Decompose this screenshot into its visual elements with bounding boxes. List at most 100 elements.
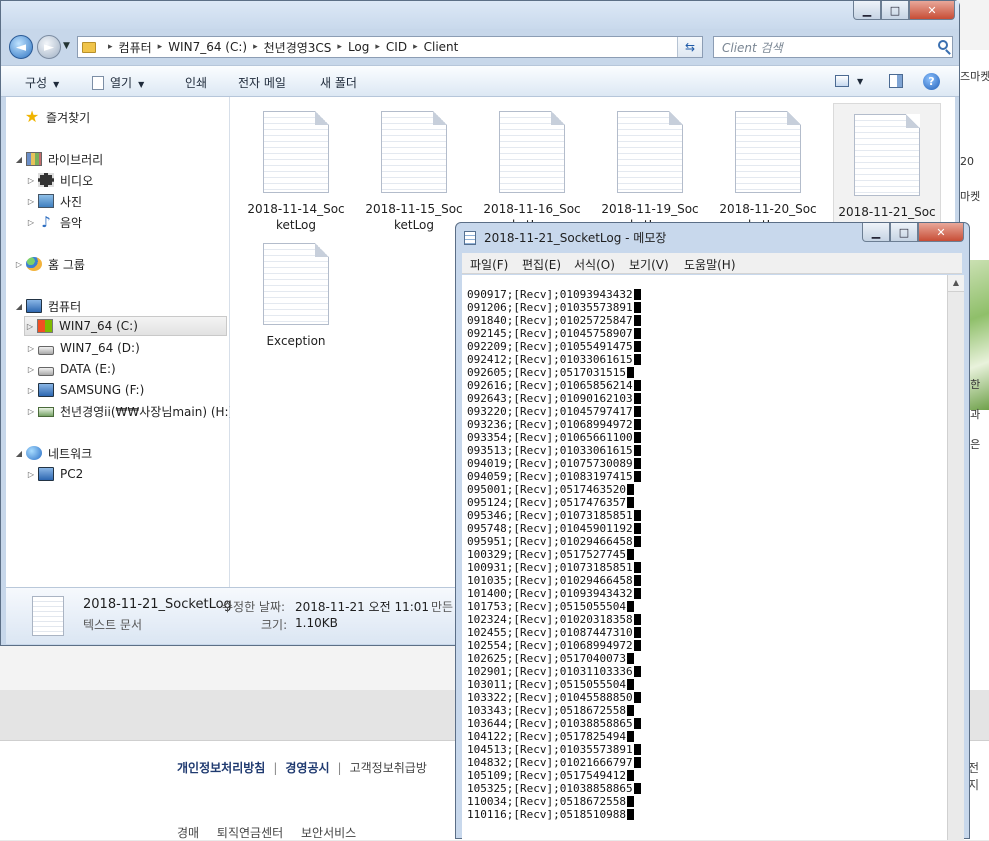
file-item[interactable]: 2018-11-15_SocketLog: [360, 101, 468, 233]
nav-libraries[interactable]: ◢ 라이브러리: [14, 149, 103, 169]
address-bar[interactable]: ▸ 컴퓨터 ▸ WIN7_64 (C:) ▸ 천년경영3CS ▸ Log ▸ C…: [77, 36, 703, 58]
collapse-arrow-icon[interactable]: ▷: [26, 470, 36, 479]
log-line: 092209;[Recv];01055491475: [467, 340, 633, 353]
footer-right-text[interactable]: 전지: [968, 759, 989, 793]
collapse-arrow-icon[interactable]: ▷: [26, 218, 36, 227]
nav-pictures[interactable]: ▷ 사진: [26, 191, 82, 211]
footer-sub-link[interactable]: 보안서비스: [301, 826, 356, 840]
collapse-arrow-icon[interactable]: ▷: [26, 344, 36, 353]
collapse-arrow-icon[interactable]: ▷: [26, 176, 36, 185]
maximize-button[interactable]: □: [890, 223, 918, 242]
log-line: 092412;[Recv];01033061615: [467, 353, 633, 366]
nav-music[interactable]: ▷ ♪ 음악: [26, 212, 82, 232]
print-button[interactable]: 인쇄: [185, 74, 207, 91]
file-item[interactable]: Exception: [242, 233, 350, 349]
footer-link-privacy[interactable]: 개인정보처리방침: [177, 761, 265, 775]
chevron-down-icon[interactable]: ▼: [857, 77, 863, 86]
menu-view[interactable]: 보기(V): [629, 256, 669, 273]
explorer-titlebar[interactable]: ▁ □ ✕: [1, 1, 959, 29]
collapse-arrow-icon[interactable]: ▷: [25, 322, 35, 331]
collapse-arrow-icon[interactable]: ▷: [26, 386, 36, 395]
file-item-selected[interactable]: 2018-11-21_SocketLog: [833, 103, 941, 235]
breadcrumb-log[interactable]: Log: [348, 40, 369, 54]
preview-pane-icon[interactable]: [889, 74, 903, 88]
control-char-icon: [633, 393, 641, 404]
log-line: 095001;[Recv];0517463520: [467, 483, 626, 496]
details-file-name: 2018-11-21_SocketLog: [83, 597, 232, 612]
breadcrumb-cid[interactable]: CID: [386, 40, 407, 54]
minimize-button[interactable]: ▁: [853, 1, 881, 20]
search-input[interactable]: [720, 38, 924, 58]
crumb-separator[interactable]: ▸: [413, 42, 418, 52]
scroll-up-arrow-icon[interactable]: ▲: [948, 275, 964, 292]
footer-link-customer-info[interactable]: 고객정보취급방: [350, 761, 427, 775]
open-button[interactable]: 열기 ▼: [92, 74, 144, 91]
expand-arrow-icon[interactable]: ◢: [14, 449, 24, 458]
nav-pc2[interactable]: ▷ PC2: [26, 464, 83, 484]
footer-sub-link[interactable]: 퇴직연금센터: [217, 826, 283, 840]
file-item[interactable]: 2018-11-19_SocketLog: [596, 101, 704, 233]
control-char-icon: [633, 744, 641, 755]
star-icon: ★: [24, 107, 40, 126]
collapse-arrow-icon[interactable]: ▷: [26, 407, 36, 416]
nav-network[interactable]: ◢ 네트워크: [14, 443, 92, 463]
notepad-titlebar[interactable]: 2018-11-21_SocketLog - 메모장: [464, 229, 666, 246]
new-folder-button[interactable]: 새 폴더: [320, 74, 357, 91]
collapse-arrow-icon[interactable]: ▷: [26, 365, 36, 374]
menu-file[interactable]: 파일(F): [470, 256, 508, 273]
nav-drive-e[interactable]: ▷ DATA (E:): [26, 359, 116, 379]
minimize-button[interactable]: ▁: [862, 223, 890, 242]
breadcrumb-client[interactable]: Client: [424, 40, 459, 54]
view-options-icon[interactable]: [835, 75, 849, 87]
forward-button[interactable]: ►: [37, 35, 61, 59]
crumb-separator[interactable]: ▸: [253, 42, 258, 52]
crumb-separator[interactable]: ▸: [375, 42, 380, 52]
notepad-text-area[interactable]: 090917;[Recv];01093943432 091206;[Recv];…: [462, 275, 947, 840]
file-item[interactable]: 2018-11-20_SocketLog: [714, 101, 822, 233]
expand-arrow-icon[interactable]: ◢: [14, 155, 24, 164]
collapse-arrow-icon[interactable]: ▷: [26, 197, 36, 206]
menu-help[interactable]: 도움말(H): [684, 256, 736, 273]
crumb-separator[interactable]: ▸: [337, 42, 342, 52]
collapse-arrow-icon[interactable]: ▷: [14, 260, 24, 269]
nav-homegroup[interactable]: ▷ 홈 그룹: [14, 254, 85, 274]
help-icon[interactable]: ?: [923, 73, 940, 90]
menu-edit[interactable]: 편집(E): [522, 256, 561, 273]
close-button[interactable]: ✕: [918, 223, 964, 242]
recent-pages-dropdown[interactable]: ▼: [63, 41, 70, 51]
notepad-window-controls: ▁ □ ✕: [862, 223, 964, 243]
file-item[interactable]: 2018-11-16_SocketLog: [478, 101, 586, 233]
refresh-icon[interactable]: ⇆: [677, 37, 702, 57]
nav-drive-d[interactable]: ▷ WIN7_64 (D:): [26, 338, 140, 358]
breadcrumb-drive-c[interactable]: WIN7_64 (C:): [168, 40, 247, 54]
music-icon: ♪: [41, 213, 51, 231]
maximize-button[interactable]: □: [881, 1, 909, 20]
nav-favorites[interactable]: ★ 즐겨찾기: [12, 107, 90, 127]
breadcrumb-computer[interactable]: 컴퓨터: [119, 39, 152, 56]
footer-link-disclosure[interactable]: 경영공시: [285, 761, 329, 775]
breadcrumb-folder[interactable]: 천년경영3CS: [264, 39, 332, 56]
control-char-icon: [633, 783, 641, 794]
log-line: 102455;[Recv];01087447310: [467, 626, 633, 639]
vertical-scrollbar[interactable]: ▲: [947, 275, 964, 840]
control-char-icon: [626, 679, 634, 690]
nav-computer[interactable]: ◢ 컴퓨터: [14, 296, 81, 316]
organize-button[interactable]: 구성 ▼: [25, 74, 59, 91]
back-button[interactable]: ◄: [9, 35, 33, 59]
nav-drive-h[interactable]: ▷ 천년경영ii(₩₩사장님main) (H:): [26, 401, 233, 421]
menu-format[interactable]: 서식(O): [574, 256, 615, 273]
footer-sub-link[interactable]: 경매: [177, 826, 199, 840]
email-button[interactable]: 전자 메일: [238, 74, 286, 91]
nav-videos[interactable]: ▷ 비디오: [26, 170, 93, 190]
nav-drive-c[interactable]: ▷ WIN7_64 (C:): [24, 316, 227, 336]
crumb-separator[interactable]: ▸: [158, 42, 163, 52]
crumb-separator[interactable]: ▸: [108, 42, 113, 52]
file-item[interactable]: 2018-11-14_SocketLog: [242, 101, 350, 233]
log-line: 101753;[Recv];0515055504: [467, 600, 626, 613]
computer-icon: [26, 299, 42, 313]
search-icon[interactable]: [938, 40, 948, 50]
close-button[interactable]: ✕: [909, 1, 955, 20]
expand-arrow-icon[interactable]: ◢: [14, 302, 24, 311]
nav-drive-f[interactable]: ▷ SAMSUNG (F:): [26, 380, 144, 400]
control-char-icon: [633, 471, 641, 482]
